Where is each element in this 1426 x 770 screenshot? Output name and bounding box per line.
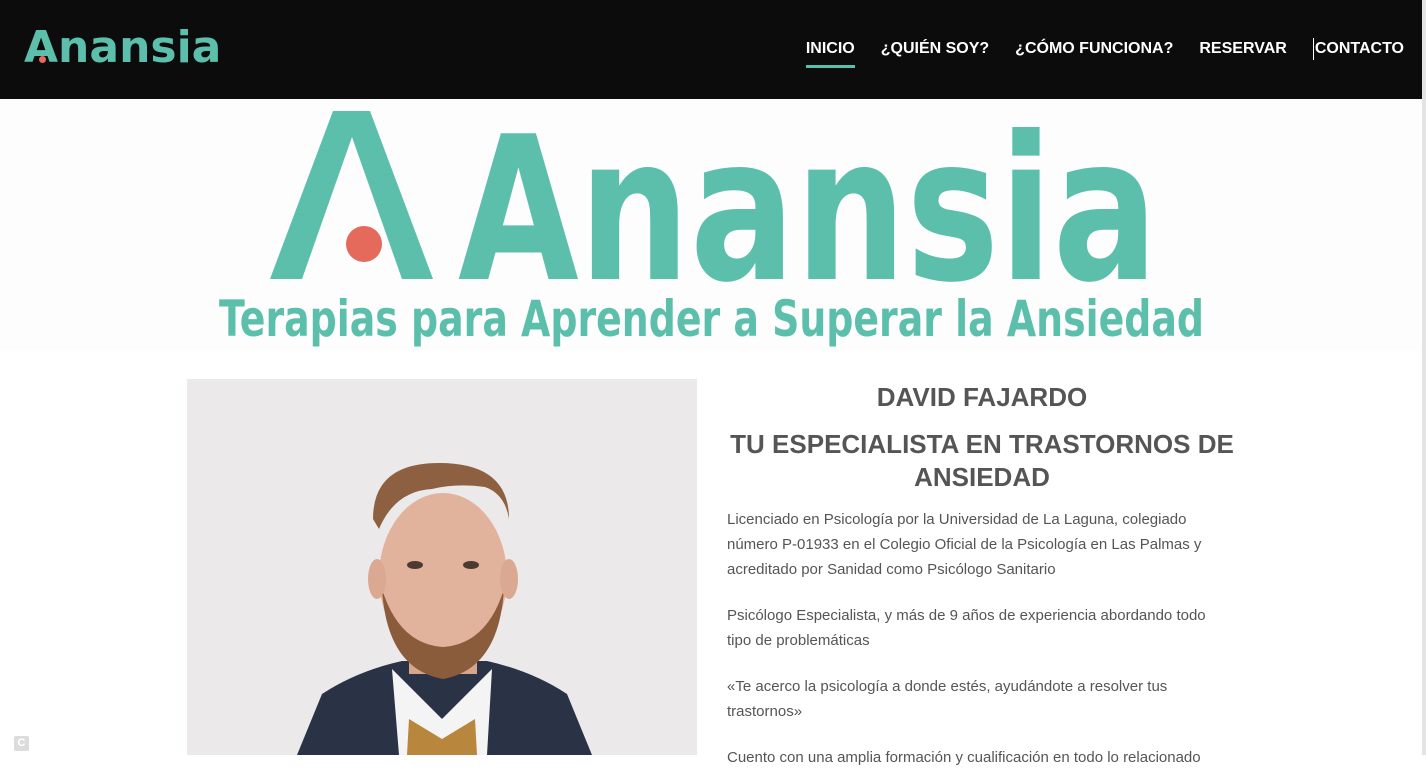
page-scrollbar[interactable]	[1422, 0, 1426, 755]
nav-item-contacto[interactable]: CONTACTO	[1312, 38, 1404, 60]
banner-coral-dot-icon	[346, 226, 382, 262]
banner-logo-graphic: Anansia Terapias para Aprender a Superar…	[219, 99, 1204, 348]
hero-banner: Anansia Terapias para Aprender a Superar…	[0, 99, 1422, 351]
profile-photo	[187, 379, 697, 755]
profile-paragraph: Cuento con una amplia formación y cualif…	[727, 749, 1201, 766]
site-header: Anansia INICIO ¿QUIÉN SOY? ¿CÓMO FUNCION…	[0, 0, 1422, 99]
portrait-image	[187, 379, 697, 755]
cookie-settings-icon[interactable]: C	[14, 736, 29, 751]
nav-item-reservar[interactable]: RESERVAR	[1199, 38, 1286, 60]
nav-item-quien-soy[interactable]: ¿QUIÉN SOY?	[881, 38, 989, 60]
logo-dot-icon	[39, 56, 46, 63]
profile-subtitle: TU ESPECIALISTA EN TRASTORNOS DE ANSIEDA…	[730, 429, 1234, 492]
profile-intro: DAVID FAJARDO TU ESPECIALISTA EN TRASTOR…	[727, 380, 1237, 766]
main-nav: INICIO ¿QUIÉN SOY? ¿CÓMO FUNCIONA? RESER…	[805, 38, 1404, 68]
profile-name: DAVID FAJARDO	[876, 382, 1088, 412]
nav-item-como-funciona[interactable]: ¿CÓMO FUNCIONA?	[1015, 38, 1173, 60]
site-logo[interactable]: Anansia	[24, 18, 221, 78]
nav-item-inicio[interactable]: INICIO	[805, 38, 855, 68]
profile-paragraph: «Te acerco la psicología a donde estés, …	[727, 678, 1168, 720]
banner-tagline: Terapias para Aprender a Superar la Ansi…	[219, 290, 1204, 348]
profile-paragraph: Licenciado en Psicología por la Universi…	[727, 511, 1202, 578]
profile-paragraph: Psicólogo Especialista, y más de 9 años …	[727, 607, 1206, 649]
logo-text: Anansia	[24, 22, 222, 73]
